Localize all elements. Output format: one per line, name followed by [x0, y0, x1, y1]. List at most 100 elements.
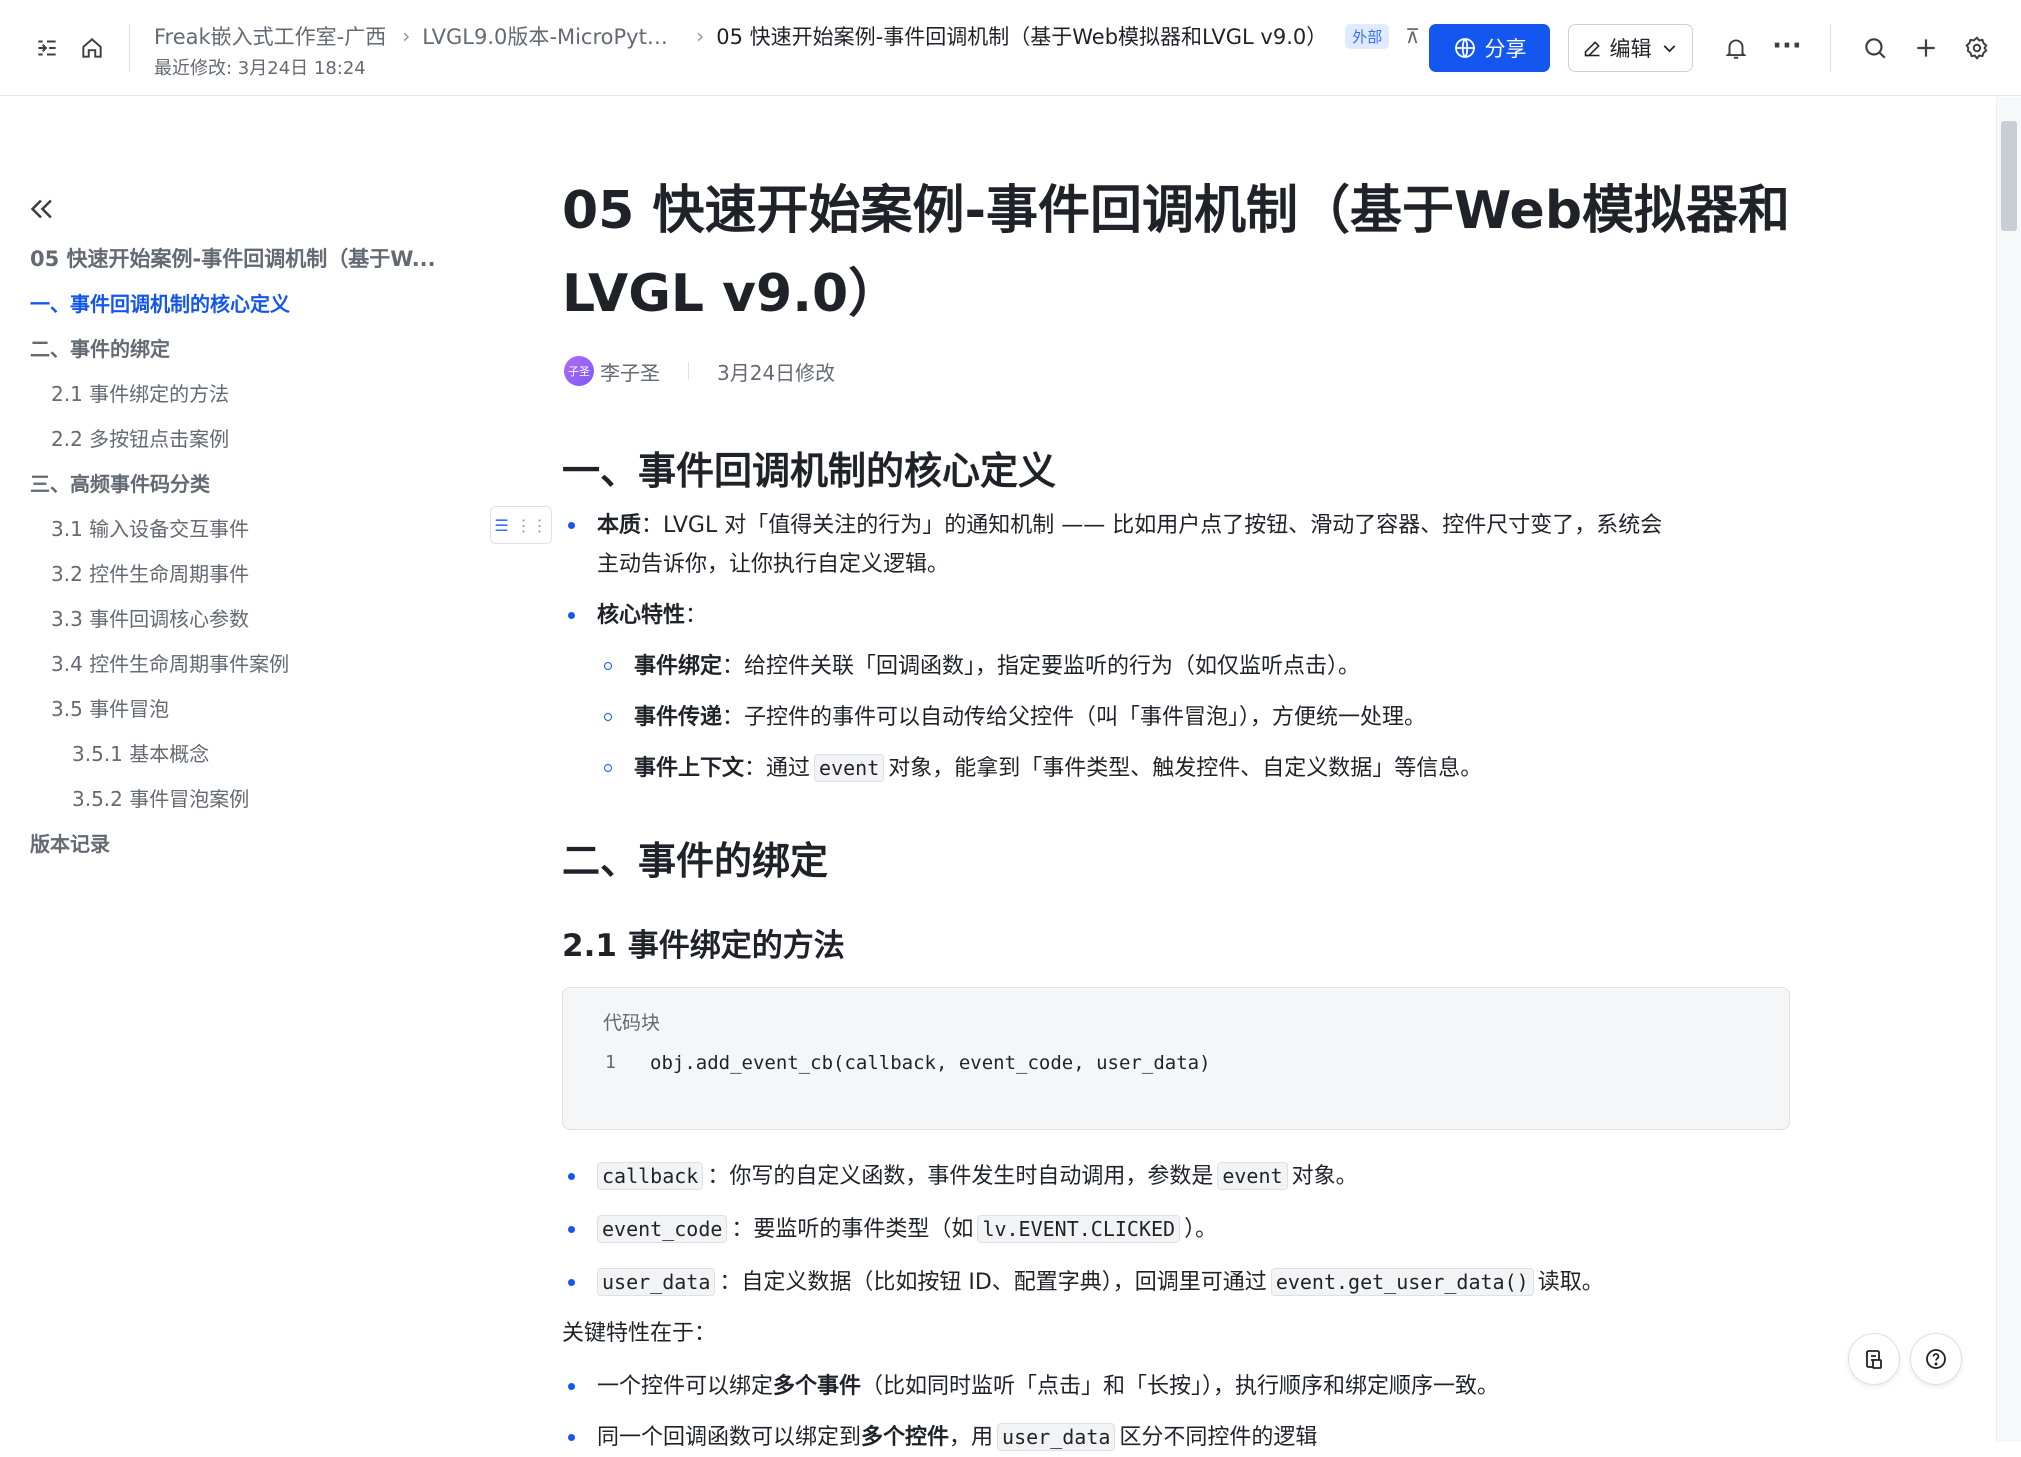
list-item-continued: 主动告诉你，让你执行自定义逻辑。 [597, 552, 950, 577]
paragraph: 关键特性在于： [562, 1321, 717, 1346]
toc-item[interactable]: 3.2 控件生命周期事件 [30, 550, 470, 595]
inline-code: event_code [597, 1215, 728, 1243]
list-item: user_data ：自定义数据（比如按钮 ID、配置字典），回调里可通过 even… [597, 1263, 1604, 1302]
scrollbar[interactable] [1996, 97, 2021, 1442]
breadcrumb-item-workspace[interactable]: Freak嵌入式工作室-广西 [154, 21, 386, 51]
inline-code: user_data [997, 1423, 1116, 1451]
last-modified: 最近修改: 3月24日 18:24 [154, 58, 366, 79]
external-badge: 外部 [1345, 23, 1390, 49]
inline-code: callback [597, 1162, 704, 1190]
scrollbar-thumb[interactable] [2001, 121, 2017, 231]
line-number: 1 [605, 1052, 616, 1073]
modified-date: 3月24日修改 [717, 360, 836, 385]
page-title-line: LVGL v9.0） [562, 264, 901, 324]
list-item: 事件绑定：给控件关联「回调函数」，指定要监听的行为（如仅监听点击）。 [634, 647, 1360, 686]
toc-item[interactable]: 三、高频事件码分类 [30, 460, 470, 505]
avatar[interactable]: 子圣 [564, 356, 594, 386]
more-icon[interactable]: ··· [1767, 26, 1807, 66]
bullet-hollow-icon [604, 662, 612, 670]
toc-item[interactable]: 3.5.1 基本概念 [30, 730, 470, 775]
multi-text: （比如同时监听「点击」和「长按」），执行顺序和绑定顺序一致。 [861, 1374, 1500, 1399]
plus-icon[interactable] [1906, 28, 1946, 68]
header-divider [129, 24, 130, 72]
doc-info-button[interactable] [1848, 1333, 1900, 1385]
block-handle[interactable]: ☰ ⋮⋮ [490, 506, 552, 544]
bullet-icon [568, 522, 575, 529]
bell-icon[interactable] [1716, 28, 1756, 68]
list-item: 事件上下文：通过 event 对象，能拿到「事件类型、触发控件、自定义数据」等信息。 [634, 749, 1482, 788]
author-name[interactable]: 李子圣 [600, 357, 660, 386]
heading-binding-method: 2.1 事件绑定的方法 [562, 928, 845, 964]
drag-handle-icon: ⋮⋮ [515, 515, 548, 535]
multi-text: 一个控件可以绑定 [597, 1374, 774, 1399]
heading-core-definition: 一、事件回调机制的核心定义 [562, 449, 1057, 493]
doc-meta: 子圣 李子圣 3月24日修改 [564, 356, 835, 386]
header-divider [1830, 24, 1831, 72]
toc-item[interactable]: 3.5.2 事件冒泡案例 [30, 775, 470, 820]
home-icon[interactable] [72, 28, 112, 68]
toc-item[interactable]: 一、事件回调机制的核心定义 [30, 280, 470, 325]
collapse-sidebar-icon[interactable] [24, 192, 58, 226]
list-item: 事件传递：子控件的事件可以自动传给父控件（叫「事件冒泡」），方便统一处理。 [634, 698, 1426, 737]
meta-divider [688, 362, 689, 380]
ud-text: 读取。 [1537, 1270, 1604, 1295]
toc-item[interactable]: 二、事件的绑定 [30, 325, 470, 370]
inline-code: lv.EVENT.CLICKED [977, 1215, 1181, 1243]
inline-code: user_data [597, 1268, 716, 1296]
toc-item[interactable]: 3.4 控件生命周期事件案例 [30, 640, 470, 685]
ctx-text: ：通过 [744, 756, 811, 781]
page-title: 05 快速开始案例-事件回调机制（基于Web模拟器和 LVGL v9.0） [562, 170, 1792, 336]
bind-label: 事件绑定 [634, 654, 723, 679]
list-item: 一个控件可以绑定多个事件（比如同时监听「点击」和「长按」），执行顺序和绑定顺序一… [597, 1367, 1499, 1406]
pencil-icon [1584, 40, 1600, 56]
share-label: 分享 [1484, 37, 1527, 61]
toc-item[interactable]: 3.1 输入设备交互事件 [30, 505, 470, 550]
page-title-line: 05 快速开始案例-事件回调机制（基于Web模拟器和 [562, 181, 1791, 241]
code-line: obj.add_event_cb(callback, event_code, u… [650, 1052, 1211, 1074]
share-button[interactable]: 分享 [1429, 24, 1550, 72]
inline-code: event [1217, 1162, 1288, 1190]
ec-text: ：要监听的事件类型（如 [731, 1217, 974, 1242]
breadcrumb-item-folder[interactable]: LVGL9.0版本-MicroPython... [422, 21, 680, 51]
pin-icon[interactable]: ⊼ [1405, 24, 1420, 48]
ctx-text: 对象，能拿到「事件类型、触发控件、自定义数据」等信息。 [888, 756, 1483, 781]
chevron-right-icon: › [402, 24, 411, 48]
breadcrumb-item-current: 05 快速开始案例-事件回调机制（基于Web模拟器和LVGL v9.0） [716, 25, 1328, 49]
ud-text: ：自定义数据（比如按钮 ID、配置字典），回调里可通过 [719, 1270, 1267, 1295]
edit-button[interactable]: 编辑 [1568, 24, 1693, 72]
toggle-outline-icon[interactable] [27, 28, 67, 68]
pass-label: 事件传递 [634, 705, 723, 730]
toc-item[interactable]: 3.3 事件回调核心参数 [30, 595, 470, 640]
chevron-right-icon: › [696, 24, 705, 48]
code-block[interactable]: 代码块 1 obj.add_event_cb(callback, event_c… [562, 987, 1790, 1130]
toc-item[interactable]: 05 快速开始案例-事件回调机制（基于W... [30, 235, 470, 280]
more-label: ··· [1772, 31, 1802, 61]
list-item: 本质：LVGL 对「值得关注的行为」的通知机制 —— 比如用户点了按钮、滑动了容… [597, 506, 1662, 545]
bullet-icon [568, 1279, 575, 1286]
toc-item[interactable]: 2.1 事件绑定的方法 [30, 370, 470, 415]
essence-text: ：LVGL 对「值得关注的行为」的通知机制 —— 比如用户点了按钮、滑动了容器、… [641, 513, 1663, 538]
essence-label: 本质 [597, 513, 642, 538]
table-of-contents: 05 快速开始案例-事件回调机制（基于W... 一、事件回调机制的核心定义 二、… [30, 235, 470, 865]
list-item: 核心特性： [597, 596, 707, 635]
cb-text: 对象。 [1291, 1164, 1358, 1189]
list-item: event_code ：要监听的事件类型（如 lv.EVENT.CLICKED）。 [597, 1210, 1217, 1249]
chevron-down-icon [1663, 44, 1675, 52]
toc-item[interactable]: 版本记录 [30, 820, 470, 865]
help-button[interactable] [1910, 1333, 1962, 1385]
document-icon [1866, 1350, 1882, 1369]
core-colon: ： [685, 603, 708, 628]
bullet-hollow-icon [604, 764, 612, 772]
toc-item[interactable]: 2.2 多按钮点击案例 [30, 415, 470, 460]
list-item: 同一个回调函数可以绑定到多个控件，用 user_data 区分不同控件的逻辑 [597, 1418, 1317, 1457]
gear-icon[interactable] [1957, 28, 1997, 68]
same-bold: 多个控件 [861, 1425, 950, 1450]
search-icon[interactable] [1855, 28, 1895, 68]
same-text: 区分不同控件的逻辑 [1119, 1425, 1318, 1450]
same-text: ，用 [949, 1425, 994, 1450]
edit-label: 编辑 [1609, 37, 1652, 61]
code-block-label: 代码块 [603, 1012, 661, 1034]
bullet-icon [568, 1173, 575, 1180]
toc-item[interactable]: 3.5 事件冒泡 [30, 685, 470, 730]
top-header: Freak嵌入式工作室-广西 › LVGL9.0版本-MicroPython..… [0, 0, 2021, 96]
